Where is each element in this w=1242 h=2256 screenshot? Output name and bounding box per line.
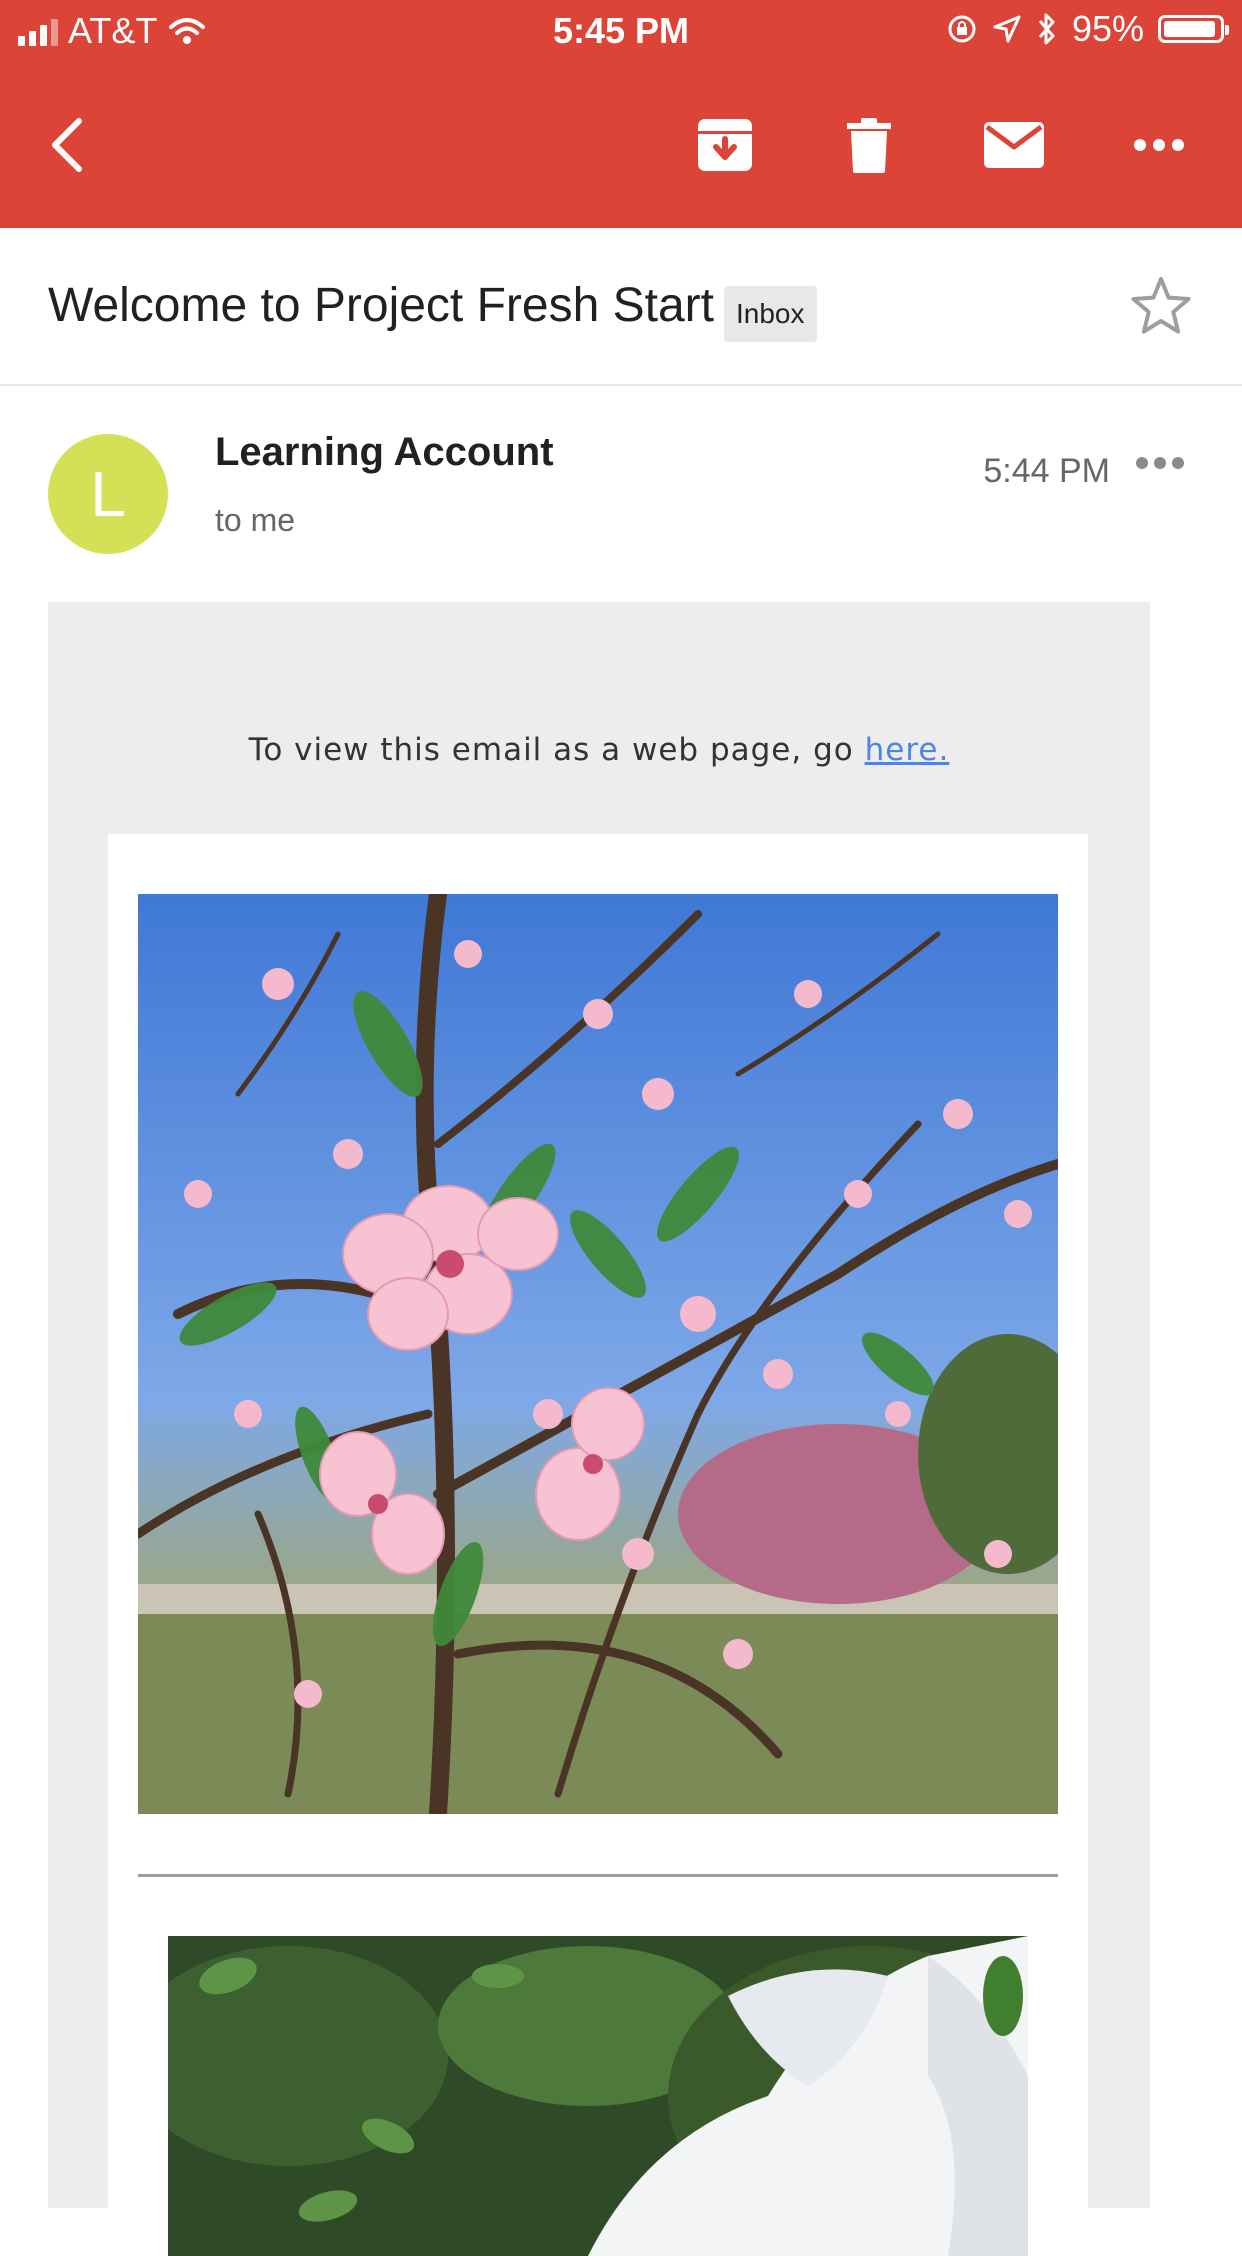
battery-percent: 95%: [1071, 8, 1144, 49]
archive-button[interactable]: [680, 100, 770, 190]
trash-icon: [847, 118, 891, 173]
status-right: 95%: [946, 8, 1229, 50]
app-header: AT&T 5:45 PM 95%: [0, 0, 1242, 228]
bluetooth-icon: [1038, 13, 1055, 45]
view-as-webpage-link[interactable]: here.: [865, 732, 950, 768]
mark-unread-button[interactable]: [969, 100, 1059, 190]
rotation-lock-icon: [948, 15, 976, 43]
mail-icon: [984, 122, 1044, 168]
back-button[interactable]: [22, 100, 112, 190]
more-button[interactable]: [1114, 100, 1204, 190]
recipient-details[interactable]: to me: [215, 502, 295, 539]
sender-avatar[interactable]: L: [48, 434, 168, 554]
inbox-label-chip[interactable]: Inbox: [724, 286, 817, 342]
more-horizontal-icon: [1134, 139, 1184, 151]
message-time: 5:44 PM: [983, 452, 1110, 490]
message-toolbar: [0, 100, 1242, 190]
peach-blossom-photo: [138, 894, 1058, 1814]
back-arrow-icon: [52, 118, 82, 172]
location-icon: [993, 15, 1021, 43]
status-bar: AT&T 5:45 PM 95%: [0, 0, 1242, 62]
delete-button[interactable]: [824, 100, 914, 190]
white-flower-photo: [168, 1936, 1028, 2256]
email-body: To view this email as a web page, go her…: [48, 602, 1150, 2256]
star-icon: [1131, 277, 1191, 334]
star-button[interactable]: [1130, 276, 1192, 336]
battery-icon: [1158, 15, 1229, 43]
newsletter-card: [108, 834, 1088, 2256]
subject-row: Welcome to Project Fresh Start Inbox: [0, 228, 1242, 386]
view-as-webpage-text: To view this email as a web page, go: [248, 732, 854, 768]
sender-name[interactable]: Learning Account: [215, 430, 554, 475]
more-horizontal-icon: [1136, 457, 1184, 469]
view-as-webpage-line: To view this email as a web page, go her…: [48, 732, 1150, 768]
archive-icon: [698, 119, 752, 171]
subject-title: Welcome to Project Fresh Start: [48, 279, 714, 332]
section-divider: [138, 1874, 1058, 1877]
message-more-button[interactable]: [1136, 456, 1184, 470]
